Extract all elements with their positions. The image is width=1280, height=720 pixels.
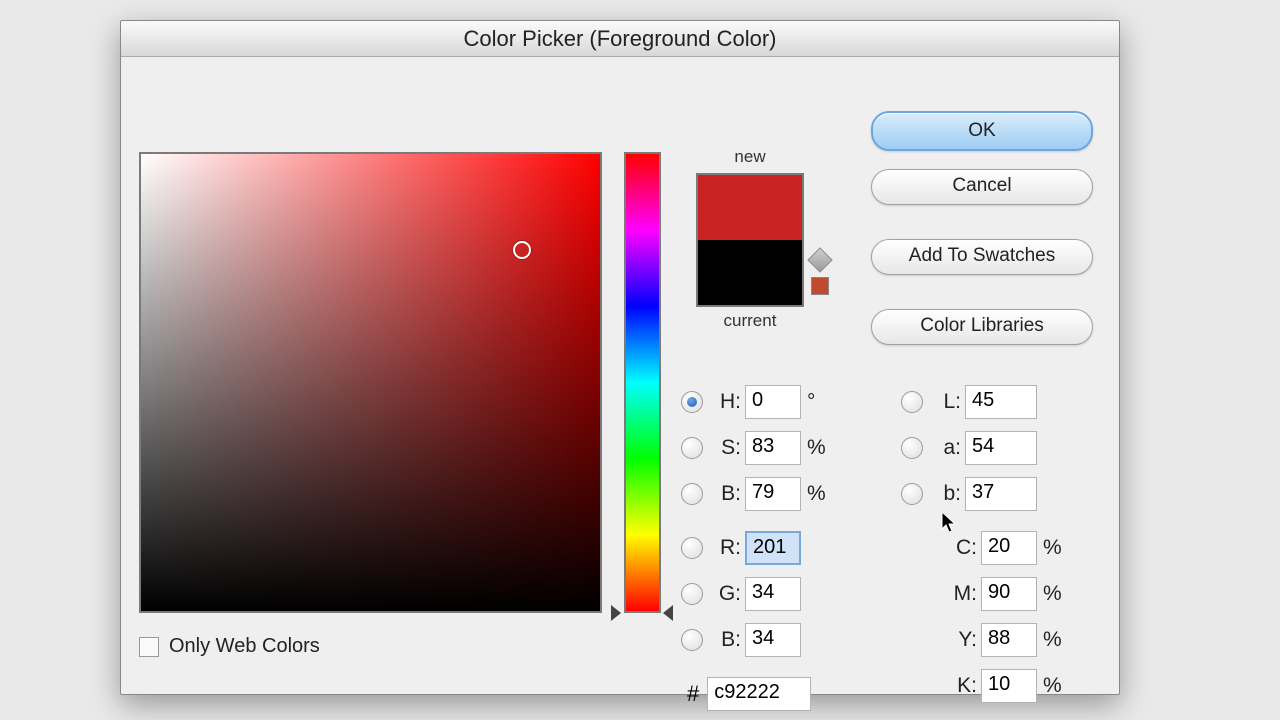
new-color-label: new	[685, 147, 815, 167]
only-web-colors-label: Only Web Colors	[169, 635, 320, 658]
dialog-body: new current OK Cancel Add To Swatches Co…	[121, 57, 1119, 694]
yellow-label: Y:	[947, 628, 977, 652]
lab-b-radio[interactable]	[901, 483, 923, 505]
magenta-label: M:	[947, 582, 977, 606]
saturation-input[interactable]: 83	[745, 431, 801, 465]
blue-radio[interactable]	[681, 629, 703, 651]
current-color-label: current	[685, 311, 815, 331]
red-radio[interactable]	[681, 537, 703, 559]
saturation-radio[interactable]	[681, 437, 703, 459]
black-label: K:	[947, 674, 977, 698]
red-label: R:	[711, 536, 741, 560]
lab-l-label: L:	[931, 390, 961, 414]
only-web-colors-checkbox[interactable]	[139, 637, 159, 657]
hue-slider[interactable]	[624, 152, 661, 613]
swatch-preview: new current	[685, 147, 815, 331]
red-input[interactable]: 201	[745, 531, 801, 565]
black-input[interactable]: 10	[981, 669, 1037, 703]
brightness-label: B:	[711, 482, 741, 506]
hue-radio[interactable]	[681, 391, 703, 413]
hue-label: H:	[711, 390, 741, 414]
yellow-input[interactable]: 88	[981, 623, 1037, 657]
current-color-swatch[interactable]	[698, 240, 802, 305]
brightness-input[interactable]: 79	[745, 477, 801, 511]
dialog-title: Color Picker (Foreground Color)	[121, 21, 1119, 57]
brightness-radio[interactable]	[681, 483, 703, 505]
green-radio[interactable]	[681, 583, 703, 605]
ok-button[interactable]: OK	[871, 111, 1093, 151]
hue-input[interactable]: 0	[745, 385, 801, 419]
lab-b-input[interactable]: 37	[965, 477, 1037, 511]
saturation-brightness-field[interactable]	[139, 152, 602, 613]
lab-l-input[interactable]: 45	[965, 385, 1037, 419]
hex-input[interactable]: c92222	[707, 677, 811, 711]
lab-a-label: a:	[931, 436, 961, 460]
blue-input[interactable]: 34	[745, 623, 801, 657]
cancel-button[interactable]: Cancel	[871, 169, 1093, 205]
magenta-input[interactable]: 90	[981, 577, 1037, 611]
blue-label: B:	[711, 628, 741, 652]
new-color-swatch[interactable]	[698, 175, 802, 240]
color-picker-dialog: Color Picker (Foreground Color) new c	[120, 20, 1120, 695]
add-to-swatches-button[interactable]: Add To Swatches	[871, 239, 1093, 275]
lab-l-radio[interactable]	[901, 391, 923, 413]
cyan-input[interactable]: 20	[981, 531, 1037, 565]
green-input[interactable]: 34	[745, 577, 801, 611]
lab-b-label: b:	[931, 482, 961, 506]
hue-slider-arrow-left-icon[interactable]	[611, 605, 621, 621]
lab-a-radio[interactable]	[901, 437, 923, 459]
only-web-colors-row: Only Web Colors	[139, 635, 320, 658]
hex-label: #	[687, 681, 699, 707]
color-libraries-button[interactable]: Color Libraries	[871, 309, 1093, 345]
green-label: G:	[711, 582, 741, 606]
lab-a-input[interactable]: 54	[965, 431, 1037, 465]
cyan-label: C:	[947, 536, 977, 560]
sb-cursor[interactable]	[513, 241, 531, 259]
hue-slider-arrow-right-icon[interactable]	[663, 605, 673, 621]
saturation-label: S:	[711, 436, 741, 460]
gamut-warning-swatch[interactable]	[811, 277, 829, 295]
